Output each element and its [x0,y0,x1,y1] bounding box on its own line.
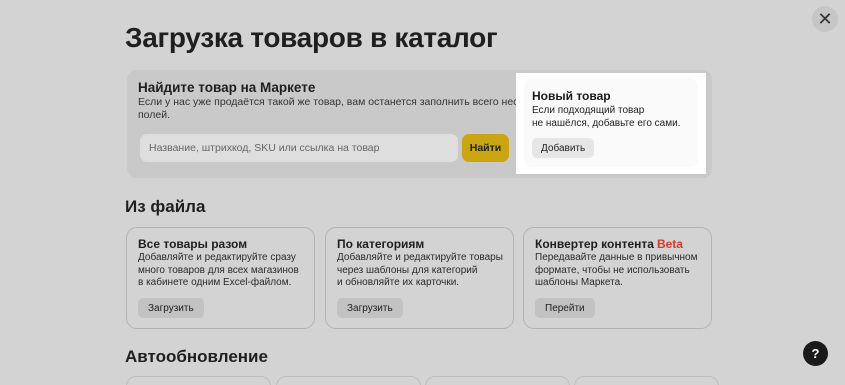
search-panel-description-cont: полей. [138,109,171,121]
new-item-description-line: Если подходящий товар [532,105,645,116]
card-description-line: и обновляйте их карточки. [337,277,460,288]
card-description-line: много товаров для всех магазинов [138,264,299,276]
upload-button[interactable]: Загрузить [138,298,204,318]
help-button[interactable]: ? [803,341,828,366]
card-description-line: в кабинете одним Excel-файлом. [138,277,292,288]
page-title: Загрузка товаров в каталог [125,22,498,53]
card-description-line: формате, чтобы не использовать [535,264,690,276]
card-by-category: По категориям Добавляйте и редактируйте … [325,227,514,329]
card-description: Добавляйте и редактируйте товары через ш… [337,252,503,290]
auto-update-card[interactable] [425,376,570,385]
help-icon: ? [811,346,820,361]
close-icon: ✕ [817,8,833,29]
section-title-from-file: Из файла [125,197,206,216]
section-title-auto-update: Автообновление [125,347,268,366]
card-title: Все товары разом [138,237,248,251]
auto-update-card[interactable] [276,376,421,385]
search-panel-title: Найдите товар на Маркете [138,80,316,95]
auto-update-card[interactable] [126,376,271,385]
card-content-converter: Конвертер контента Beta Передавайте данны… [523,227,712,329]
card-description-line: Добавляйте и редактируйте сразу [138,252,296,263]
card-all-items: Все товары разом Добавляйте и редактируй… [126,227,315,329]
card-title-text: Конвертер контента [535,237,654,251]
card-title: По категориям [337,237,425,251]
go-button[interactable]: Перейти [535,298,595,318]
new-item-highlight: Новый товар Если подходящий товар не наш… [516,73,706,174]
card-description-line: Передавайте данные в привычном [535,252,698,263]
card-description: Добавляйте и редактируйте сразу много то… [138,252,299,290]
card-description: Передавайте данные в привычном формате, … [535,252,698,290]
card-description-line: шаблоны Маркета. [535,277,623,288]
new-item-title: Новый товар [532,89,611,103]
card-description-line: через шаблоны для категорий [337,264,478,276]
card-title: Конвертер контента Beta [535,237,683,251]
new-item-card: Новый товар Если подходящий товар не наш… [524,79,698,167]
card-description-line: Добавляйте и редактируйте товары [337,252,503,263]
upload-button[interactable]: Загрузить [337,298,403,318]
find-button[interactable]: Найти [462,134,509,162]
beta-badge: Beta [656,237,683,251]
new-item-description: Если подходящий товар не нашёлся, добавь… [532,105,680,130]
search-input[interactable] [140,134,458,162]
auto-update-card[interactable] [574,376,719,385]
add-button[interactable]: Добавить [532,138,595,158]
close-button[interactable]: ✕ [812,6,838,32]
new-item-description-line: не нашёлся, добавьте его сами. [532,117,681,129]
search-panel-description: Если у нас уже продаётся такой же товар,… [138,96,518,108]
